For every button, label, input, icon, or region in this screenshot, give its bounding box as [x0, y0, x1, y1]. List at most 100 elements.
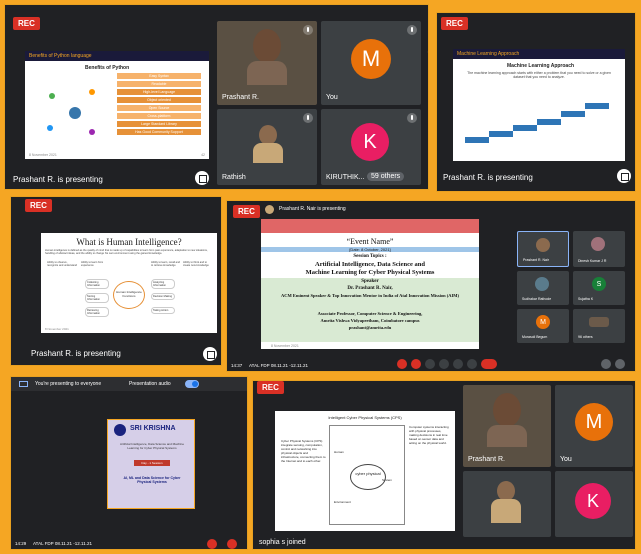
recording-badge: REC [441, 17, 468, 30]
info-icon[interactable] [601, 359, 611, 369]
participant-tile[interactable]: Prashant R. [463, 385, 551, 467]
step [585, 103, 609, 109]
participant-tile[interactable] [463, 471, 551, 537]
shared-slide: Intelligent Cyber Physical Systems (CPS)… [275, 411, 455, 531]
benefit-item: Large Standard Library [117, 121, 201, 127]
presentation-audio-label: Presentation audio [129, 381, 171, 387]
slide-header: Benefits of Python language [25, 51, 209, 61]
participant-tile[interactable]: K KIRUTHIK... 59 others [321, 109, 421, 185]
participant-name: KIRUTHIK... [326, 174, 365, 181]
participant-avatar: S [592, 277, 606, 291]
left-label: Ability to learn, recall and to retrieve… [151, 261, 180, 267]
camera-off-icon[interactable] [411, 359, 421, 369]
diagram-node: Analyzing Information [151, 279, 175, 289]
meet-window-4: REC Prashant R. Nair is presenting “Even… [226, 200, 636, 372]
participant-name: Prashant R. [222, 94, 259, 101]
shared-slide: “Event Name” [Date: 8 October, 2021] Ses… [261, 219, 479, 349]
shared-slide: Benefits of Python language Benefits of … [25, 51, 209, 159]
meet-window-1: REC Benefits of Python language Benefits… [4, 4, 429, 190]
speaker-email: prashant@amrita.edu [348, 325, 392, 330]
diagram-label: System [382, 478, 393, 482]
participant-tile[interactable]: Sudhakar Rathode [517, 271, 569, 305]
participant-tile[interactable]: M Murasoli Begum [517, 309, 569, 343]
participant-video [247, 29, 287, 85]
college-name: SRI KRISHNA [130, 425, 176, 432]
participant-tile[interactable]: Prashant R. Nair [517, 231, 569, 267]
mic-muted-icon [303, 113, 313, 123]
participant-avatar: M [351, 39, 391, 79]
diagram-dot [49, 93, 55, 99]
meet-window-3: REC What is Human Intelligence? Human in… [10, 196, 222, 366]
captions-icon[interactable] [425, 359, 435, 369]
slide-date: 8 November 2021 [45, 327, 69, 331]
left-label: Ability to think and to create new knowl… [183, 261, 209, 267]
mic-off-icon[interactable] [207, 539, 217, 549]
others-count-pill[interactable]: 59 others [367, 172, 405, 181]
python-logo-icon [69, 107, 81, 119]
slide-text: The machine learning approach starts wit… [467, 71, 611, 79]
participant-tile[interactable]: Rathish [217, 109, 317, 185]
meeting-name: ATAL FDP 08.11.21 -12.11.21 [33, 541, 92, 546]
diagram-center: cyber physical [350, 464, 386, 490]
staircase-diagram [465, 99, 615, 147]
step [489, 131, 513, 137]
slide-left-text: Cyber Physical Systems (CPS) integrate s… [281, 439, 326, 463]
more-options-icon[interactable] [467, 359, 477, 369]
participant-name: Prashant R. Nair [523, 258, 549, 262]
benefit-item: Has Good Community Support [117, 129, 201, 135]
participant-name: Rathish [222, 174, 246, 181]
mic-off-icon[interactable] [397, 359, 407, 369]
mic-muted-icon [303, 25, 313, 35]
meeting-time: 14:37 [231, 363, 243, 368]
diagram-label: Environment [334, 500, 351, 504]
left-label: Ability to learn from experience [81, 261, 104, 267]
people-icon[interactable] [615, 359, 625, 369]
slide-subtitle: Benefits of Python [85, 65, 130, 71]
speaker-position: Associate Professor, Computer Science & … [317, 311, 423, 316]
present-icon[interactable] [453, 359, 463, 369]
slide-right-text: Computer systems interacting with physic… [409, 425, 449, 445]
shared-slide: What is Human Intelligence? Human intell… [41, 233, 217, 333]
chevron-left-icon[interactable] [427, 47, 428, 57]
recording-badge: REC [233, 205, 260, 218]
participant-tile[interactable]: M You [321, 21, 421, 105]
raise-hand-icon[interactable] [439, 359, 449, 369]
participant-video [491, 481, 521, 525]
slide-page: 42 [201, 153, 205, 157]
event-name: “Event Name” [346, 237, 394, 246]
participant-tile[interactable]: Dinesh Kumar J R [573, 231, 625, 267]
slide-text: Human intelligence is defined as the qua… [45, 249, 208, 255]
participant-tile[interactable]: 96 others [573, 309, 625, 343]
participant-avatar: K [351, 123, 389, 161]
fullscreen-icon[interactable] [617, 169, 631, 183]
participant-name: You [560, 456, 572, 463]
center-node: Human Intelligence Functions [113, 281, 145, 309]
meet-window-5: You're presenting to everyone Presentati… [10, 376, 248, 550]
participant-tile[interactable]: S Sujatha K [573, 271, 625, 305]
join-notification: sophia s joined [259, 539, 306, 546]
participant-name: Dinesh Kumar J R [578, 259, 607, 263]
speaker-block: Speaker Dr. Prashant R. Nair, ACM Eminen… [261, 278, 479, 342]
participant-tile[interactable]: Prashant R. [217, 21, 317, 105]
participant-tile[interactable]: K [555, 471, 633, 537]
presenting-label: Prashant R. Nair is presenting [279, 206, 346, 212]
participant-name: You [326, 94, 338, 101]
presentation-audio-toggle[interactable] [185, 380, 199, 388]
fullscreen-icon[interactable] [203, 347, 217, 361]
diagram-dot [89, 129, 95, 135]
speaker-title: ACM Eminent Speaker & Top Innovation Men… [281, 293, 459, 298]
fullscreen-icon[interactable] [195, 171, 209, 185]
mic-muted-icon [407, 25, 417, 35]
left-label: Ability to observe, recognize and unders… [47, 261, 77, 267]
speaker-label: Speaker [361, 279, 379, 284]
slide-line: Artificial Intelligence, Data Science an… [119, 442, 185, 450]
camera-off-icon[interactable] [227, 539, 237, 549]
meet-window-6: REC Intelligent Cyber Physical Systems (… [252, 380, 636, 550]
participant-tile[interactable]: M You [555, 385, 633, 467]
topic-line: Machine Learning for Cyber Physical Syst… [305, 269, 435, 276]
presenting-label: Prashant R. is presenting [13, 175, 103, 184]
presenting-label: Prashant R. is presenting [31, 349, 121, 358]
end-call-icon[interactable] [481, 359, 497, 369]
college-logo [114, 424, 126, 436]
diagram-dot [89, 89, 95, 95]
